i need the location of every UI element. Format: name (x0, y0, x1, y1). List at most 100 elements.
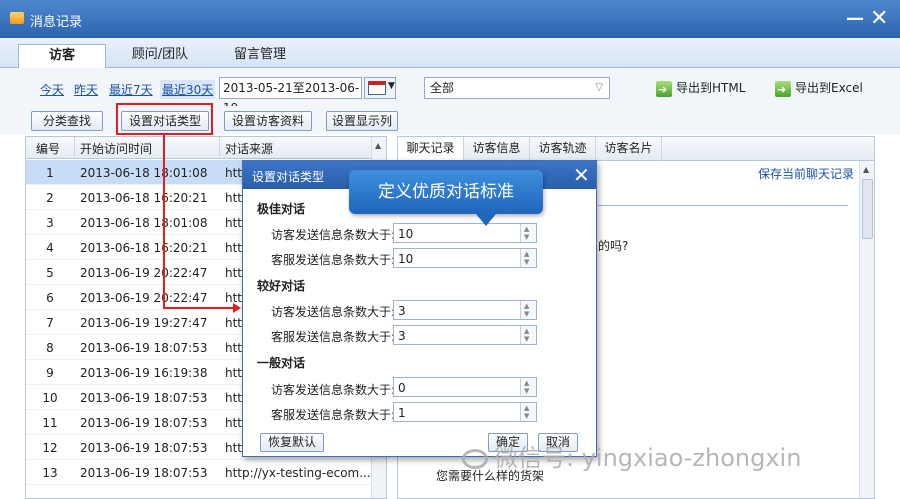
filter-last7[interactable]: 最近7天 (109, 81, 153, 98)
tab-visitor-info[interactable]: 访客信息 (464, 137, 530, 161)
scroll-up-icon[interactable]: ▲ (375, 141, 381, 150)
row-time: 2013-06-19 18:07:53 (80, 391, 208, 405)
tab-visitors[interactable]: 访客 (18, 44, 106, 68)
row-number: 6 (46, 291, 54, 305)
row-source: htt (225, 241, 243, 255)
table-header: 编号 开始访问时间 对话来源 (26, 137, 386, 159)
field-label: 访客发送信息条数大于: (271, 228, 396, 242)
save-chat-link[interactable]: 保存当前聊天记录 (758, 165, 854, 182)
agent-count-input[interactable]: 10 ▲ ▼ (393, 248, 537, 268)
row-source: htt (225, 266, 243, 280)
tab-visitor-card[interactable]: 访客名片 (596, 137, 662, 161)
agent-count-input[interactable]: 3 ▲ ▼ (393, 325, 537, 345)
field-label: 访客发送信息条数大于: (271, 383, 396, 397)
row-number: 1 (46, 166, 54, 180)
scope-select-value: 全部 (430, 81, 455, 95)
connector-line (163, 135, 165, 309)
export-excel-button[interactable]: 导出到Excel (775, 78, 863, 100)
visitor-count-input[interactable]: 10 ▲ ▼ (393, 223, 537, 243)
visitor-count-input[interactable]: 0 ▲ ▼ (393, 377, 537, 397)
spin-value[interactable]: 3 (398, 329, 406, 343)
row-time: 2013-06-18 18:01:08 (80, 216, 208, 230)
spin-arrows[interactable]: ▲ ▼ (520, 301, 536, 319)
reset-default-button[interactable]: 恢复默认 (260, 433, 324, 452)
filter-bar: 今天 昨天 最近7天 最近30天 2013-05-21至2013-06-19 ▼… (0, 68, 900, 115)
row-source: htt (225, 191, 243, 205)
close-icon[interactable]: ✕ (573, 163, 590, 187)
tab-consultant-team[interactable]: 顾问/团队 (110, 44, 210, 68)
export-icon (775, 80, 791, 100)
set-columns-button[interactable]: 设置显示列 (326, 111, 398, 131)
filter-last30[interactable]: 最近30天 (160, 80, 216, 99)
row-number: 10 (42, 391, 58, 405)
callout-bubble: 定义优质对话标准 (349, 170, 543, 214)
row-number: 9 (46, 366, 54, 380)
row-number: 7 (46, 316, 54, 330)
column-divider (74, 137, 75, 159)
classify-search-button[interactable]: 分类查找 (31, 111, 103, 131)
section-excellent: 极佳对话 (257, 202, 306, 216)
row-source: htt (225, 341, 243, 355)
row-number: 8 (46, 341, 54, 355)
spin-value[interactable]: 0 (398, 381, 406, 395)
spin-arrows[interactable]: ▲ ▼ (520, 403, 536, 421)
date-range-field[interactable]: 2013-05-21至2013-06-19 (219, 77, 362, 115)
section-good: 较好对话 (257, 279, 306, 293)
tab-message-manage[interactable]: 留言管理 (210, 44, 310, 68)
field-label: 客服发送信息条数大于: (271, 253, 396, 267)
dialog-title: 设置对话类型 (252, 170, 325, 184)
spin-arrows[interactable]: ▲ ▼ (520, 378, 536, 396)
spin-arrows[interactable]: ▲ ▼ (520, 224, 536, 242)
section-normal: 一般对话 (257, 356, 306, 370)
row-number: 3 (46, 216, 54, 230)
detail-tabs: 聊天记录 访客信息 访客轨迹 访客名片 (398, 137, 874, 161)
set-visitor-info-button[interactable]: 设置访客资料 (224, 111, 312, 131)
column-header-source[interactable]: 对话来源 (225, 140, 273, 157)
close-window-icon[interactable]: ✕ (870, 6, 888, 31)
spin-value[interactable]: 1 (398, 406, 406, 420)
row-source: htt (225, 216, 243, 230)
field-label: 客服发送信息条数大于: (271, 330, 396, 344)
spin-arrows[interactable]: ▲ ▼ (520, 326, 536, 344)
agent-count-input[interactable]: 1 ▲ ▼ (393, 402, 537, 422)
scroll-up-icon[interactable]: ▲ (863, 165, 869, 174)
row-time: 2013-06-19 16:19:38 (80, 366, 208, 380)
column-header-num[interactable]: 编号 (36, 140, 60, 157)
wechat-icon (462, 449, 488, 469)
row-source: htt (225, 391, 243, 405)
divider (598, 205, 848, 206)
field-label: 客服发送信息条数大于: (271, 408, 396, 422)
calendar-button[interactable]: ▼ (364, 77, 396, 99)
row-number: 5 (46, 266, 54, 280)
row-source: htt (225, 166, 243, 180)
export-html-button[interactable]: 导出到HTML (656, 78, 745, 100)
minimize-icon[interactable]: — (846, 8, 864, 29)
tab-chat-record[interactable]: 聊天记录 (398, 137, 464, 161)
spin-value[interactable]: 3 (398, 304, 406, 318)
chevron-down-icon: ▽ (595, 82, 603, 93)
scroll-thumb[interactable] (862, 179, 873, 239)
row-time: 2013-06-19 18:07:53 (80, 341, 208, 355)
table-row[interactable]: 13 2013-06-19 18:07:53 http://yx-testing-e… (26, 460, 371, 485)
column-header-time[interactable]: 开始访问时间 (80, 140, 152, 157)
row-time: 2013-06-18 16:20:21 (80, 241, 208, 255)
scope-select[interactable]: 全部 ▽ (424, 77, 610, 99)
visitor-count-input[interactable]: 3 ▲ ▼ (393, 300, 537, 320)
filter-yesterday[interactable]: 昨天 (74, 81, 98, 98)
title-bar: 消息记录 — ✕ (0, 0, 900, 38)
row-time: 2013-06-19 20:22:47 (80, 291, 208, 305)
spin-value[interactable]: 10 (398, 227, 413, 241)
spin-value[interactable]: 10 (398, 252, 413, 266)
spin-arrows[interactable]: ▲ ▼ (520, 249, 536, 267)
row-number: 4 (46, 241, 54, 255)
chat-scrollbar[interactable]: ▲ (859, 161, 874, 498)
tab-visitor-track[interactable]: 访客轨迹 (530, 137, 596, 161)
connector-line (163, 307, 235, 309)
export-icon (656, 80, 672, 100)
filter-today[interactable]: 今天 (40, 81, 64, 98)
row-time: 2013-06-18 18:01:08 (80, 166, 208, 180)
connector-arrow (233, 303, 241, 313)
chat-message: 的吗? (598, 239, 629, 253)
row-number: 2 (46, 191, 54, 205)
column-divider (219, 137, 220, 159)
